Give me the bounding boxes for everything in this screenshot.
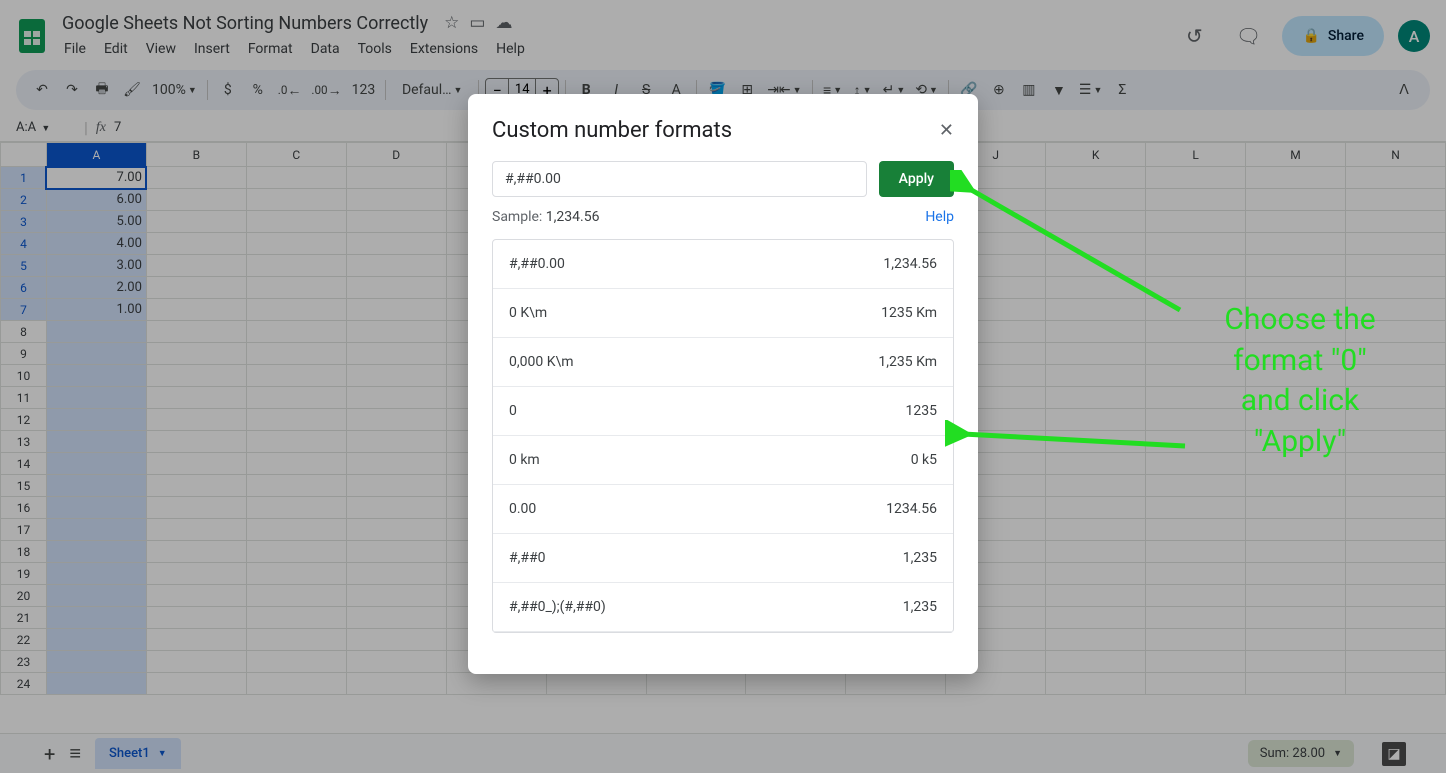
- format-option[interactable]: 0 km 0 k5: [493, 436, 953, 485]
- dialog-title: Custom number formats: [492, 118, 732, 143]
- format-list: #,##0.00 1,234.56 0 K\m 1235 Km 0,000 K\m 1,2…: [492, 239, 954, 633]
- format-preview: 1,235: [903, 550, 937, 566]
- close-icon[interactable]: ✕: [939, 120, 954, 141]
- apply-button[interactable]: Apply: [879, 161, 954, 197]
- format-pattern: 0: [509, 403, 517, 419]
- format-pattern: #,##0.00: [509, 256, 565, 272]
- format-preview: 1,235 Km: [878, 354, 937, 370]
- format-preview: 1,234.56: [883, 256, 937, 272]
- format-input[interactable]: [492, 161, 867, 197]
- format-pattern: 0,000 K\m: [509, 354, 574, 370]
- format-pattern: 0 K\m: [509, 305, 547, 321]
- format-option[interactable]: 0 1235: [493, 387, 953, 436]
- format-option[interactable]: 0.00 1234.56: [493, 485, 953, 534]
- format-pattern: #,##0_);(#,##0): [509, 599, 606, 615]
- format-option[interactable]: #,##0 1,235: [493, 534, 953, 583]
- format-preview: 1,235: [903, 599, 937, 615]
- format-option[interactable]: 0,000 K\m 1,235 Km: [493, 338, 953, 387]
- format-pattern: 0 km: [509, 452, 540, 468]
- format-option[interactable]: #,##0_);(#,##0) 1,235: [493, 583, 953, 632]
- format-preview: 1235 Km: [881, 305, 937, 321]
- format-preview: 1234.56: [886, 501, 937, 517]
- custom-number-formats-dialog: Custom number formats ✕ Apply Sample: 1,…: [468, 94, 978, 674]
- format-option[interactable]: #,##0.00 1,234.56: [493, 240, 953, 289]
- format-option[interactable]: 0 K\m 1235 Km: [493, 289, 953, 338]
- sample-label: Sample:: [492, 209, 542, 225]
- format-preview: 0 k5: [911, 452, 937, 468]
- format-pattern: 0.00: [509, 501, 536, 517]
- sample-value: 1,234.56: [546, 209, 600, 225]
- format-pattern: #,##0: [509, 550, 545, 566]
- help-link[interactable]: Help: [925, 209, 954, 225]
- format-preview: 1235: [906, 403, 937, 419]
